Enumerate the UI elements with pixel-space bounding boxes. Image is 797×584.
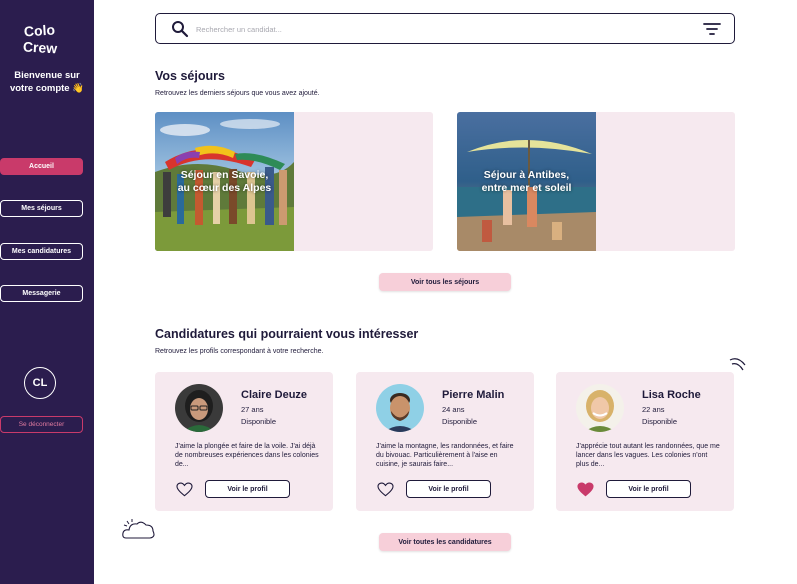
nav-messagerie[interactable]: Messagerie	[0, 285, 83, 302]
candidate-card-claire: Claire Deuze 27 ans Disponible J'aime la…	[155, 372, 333, 511]
candidate-name: Lisa Roche	[642, 389, 701, 401]
stays-section-subtitle: Retrouvez les derniers séjours que vous …	[155, 90, 320, 97]
candidate-photo-claire	[175, 384, 223, 432]
view-profile-button[interactable]: Voir le profil	[606, 480, 691, 498]
logout-button[interactable]: Se déconnecter	[0, 416, 83, 433]
stay-card-antibes[interactable]: Séjour à Antibes, entre mer et soleil	[457, 112, 735, 251]
search-input[interactable]	[196, 21, 676, 37]
stay-title-savoie-line2: au cœur des Alpes	[177, 182, 272, 194]
svg-text:Colo: Colo	[23, 22, 55, 40]
sidebar: Colo Crew Bienvenue sur votre compte 👋 A…	[0, 0, 94, 584]
stay-title-antibes: Séjour à Antibes, entre mer et soleil	[457, 169, 596, 195]
candidate-status: Disponible	[642, 417, 678, 426]
filter-icon[interactable]	[703, 22, 721, 36]
view-profile-button[interactable]: Voir le profil	[406, 480, 491, 498]
heart-filled-icon[interactable]	[577, 482, 594, 497]
colo-crew-logo[interactable]: Colo Crew	[22, 22, 62, 56]
candidate-description: J'aime la montagne, les randonnées, et f…	[376, 443, 514, 468]
svg-text:Crew: Crew	[23, 39, 58, 56]
see-all-candidates-button[interactable]: Voir toutes les candidatures	[379, 533, 511, 551]
candidate-name: Pierre Malin	[442, 389, 505, 401]
candidate-card-pierre: Pierre Malin 24 ans Disponible J'aime la…	[356, 372, 534, 511]
stays-section-title: Vos séjours	[155, 69, 225, 83]
stay-title-savoie-line1: Séjour en Savoie,	[180, 169, 269, 181]
decorative-doodle-icon	[729, 358, 746, 371]
search-bar	[155, 13, 735, 44]
candidate-status: Disponible	[241, 417, 277, 426]
view-profile-button[interactable]: Voir le profil	[205, 480, 290, 498]
stay-title-antibes-line1: Séjour à Antibes,	[483, 169, 570, 181]
welcome-line1: Bienvenue sur	[14, 70, 80, 81]
candidate-age: 24 ans	[442, 405, 465, 414]
cloud-doodle-icon	[122, 519, 155, 539]
nav-mes-sejours[interactable]: Mes séjours	[0, 200, 83, 217]
candidate-description: J'aime la plongée et faire de la voile. …	[175, 443, 319, 468]
stay-title-antibes-line2: entre mer et soleil	[481, 182, 572, 194]
candidate-status: Disponible	[442, 417, 478, 426]
user-avatar[interactable]: CL	[24, 367, 56, 399]
heart-icon[interactable]	[377, 482, 394, 497]
welcome-text: Bienvenue sur votre compte 👋	[0, 69, 94, 95]
nav-mes-candidatures[interactable]: Mes candidatures	[0, 243, 83, 260]
heart-icon[interactable]	[176, 482, 193, 497]
candidate-photo-pierre	[376, 384, 424, 432]
see-all-stays-button[interactable]: Voir tous les séjours	[379, 273, 511, 291]
candidate-card-lisa: Lisa Roche 22 ans Disponible J'apprécie …	[556, 372, 734, 511]
stay-title-savoie: Séjour en Savoie, au cœur des Alpes	[155, 169, 294, 195]
search-icon[interactable]	[171, 20, 189, 38]
stay-card-savoie[interactable]: Séjour en Savoie, au cœur des Alpes	[155, 112, 433, 251]
nav-accueil[interactable]: Accueil	[0, 158, 83, 175]
candidate-photo-lisa	[576, 384, 624, 432]
candidates-section-title: Candidatures qui pourraient vous intéres…	[155, 327, 419, 341]
candidate-name: Claire Deuze	[241, 389, 308, 401]
candidate-description: J'apprécie tout autant les randonnées, q…	[576, 443, 720, 468]
candidate-age: 22 ans	[642, 405, 665, 414]
candidate-age: 27 ans	[241, 405, 264, 414]
welcome-line2: votre compte 👋	[9, 83, 85, 94]
candidates-section-subtitle: Retrouvez les profils correspondant à vo…	[155, 348, 324, 355]
